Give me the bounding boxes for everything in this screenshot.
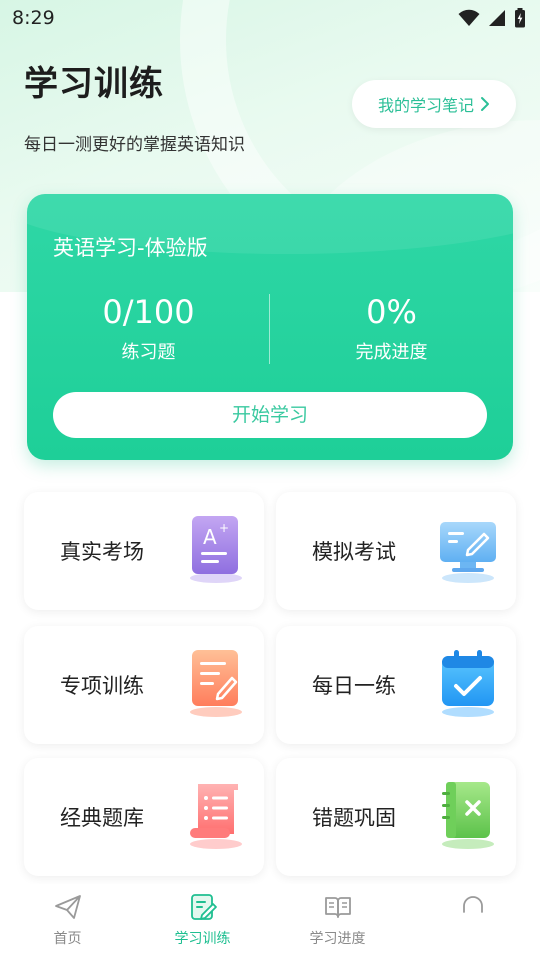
page-title: 学习训练	[24, 64, 164, 104]
tab-home[interactable]: 首页	[0, 892, 135, 954]
tile-label: 错题巩固	[312, 806, 396, 830]
status-icons	[458, 8, 526, 28]
tile-daily-practice[interactable]: 每日一练	[276, 626, 516, 744]
headset-icon	[462, 896, 483, 913]
course-card: 英语学习-体验版 0/100 练习题 0% 完成进度 开始学习	[27, 194, 513, 460]
tile-mock-exam[interactable]: 模拟考试	[276, 492, 516, 610]
status-time: 8:29	[12, 7, 55, 29]
edit-note-icon	[190, 894, 217, 920]
tile-classic-question-bank[interactable]: 经典题库	[24, 758, 264, 876]
tile-label: 经典题库	[60, 806, 144, 830]
tab-profile[interactable]	[405, 892, 540, 954]
tab-study-progress[interactable]: 学习进度	[270, 892, 405, 954]
calendar-check-icon	[442, 650, 494, 717]
status-bar: 8:29	[0, 0, 540, 36]
svg-text:A: A	[203, 525, 217, 549]
tile-label: 专项训练	[60, 674, 144, 698]
wifi-icon	[458, 9, 480, 26]
monitor-edit-icon	[440, 522, 496, 583]
notebook-x-icon	[442, 782, 494, 849]
tab-study-training[interactable]: 学习训练	[135, 892, 270, 954]
page-subtitle: 每日一测更好的掌握英语知识	[24, 135, 245, 155]
tile-label: 真实考场	[60, 540, 144, 564]
course-title: 英语学习-体验版	[53, 236, 208, 260]
tile-label: 模拟考试	[312, 540, 396, 564]
progress-stat: 0% 完成进度	[270, 292, 513, 364]
tile-label: 每日一练	[312, 674, 396, 698]
tab-label: 学习训练	[174, 931, 231, 947]
chevron-right-icon	[481, 97, 489, 111]
progress-value: 0%	[366, 293, 417, 331]
exam-paper-icon: A +	[190, 516, 242, 583]
bottom-tab-bar: 首页 学习训练 学习进度	[0, 884, 540, 960]
my-notes-label: 我的学习笔记	[377, 96, 474, 115]
svg-text:+: +	[219, 521, 229, 535]
tile-mistake-review[interactable]: 错题巩固	[276, 758, 516, 876]
start-learning-button[interactable]: 开始学习	[53, 392, 487, 438]
document-edit-icon	[190, 650, 242, 717]
tab-label: 学习进度	[309, 931, 366, 947]
my-notes-button[interactable]: 我的学习笔记	[352, 80, 516, 128]
practice-count: 0/100	[102, 293, 195, 331]
progress-label: 完成进度	[355, 342, 428, 363]
tile-real-exam[interactable]: 真实考场 A +	[24, 492, 264, 610]
practice-stat: 0/100 练习题	[27, 292, 270, 364]
open-book-icon	[324, 897, 351, 918]
paper-plane-icon	[54, 895, 81, 919]
tile-special-training[interactable]: 专项训练	[24, 626, 264, 744]
battery-icon	[515, 8, 525, 28]
signal-icon	[489, 10, 505, 26]
scroll-list-icon	[190, 784, 242, 849]
practice-label: 练习题	[121, 342, 176, 363]
tab-label: 首页	[53, 931, 82, 947]
